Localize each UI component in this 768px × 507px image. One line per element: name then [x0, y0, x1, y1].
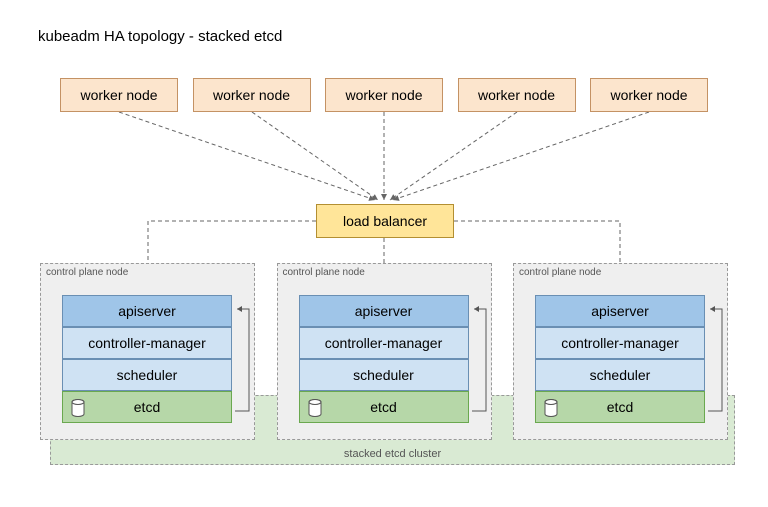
- worker-row: worker node worker node worker node work…: [60, 78, 708, 112]
- cp-node-label: control plane node: [283, 267, 365, 278]
- apiserver-box: apiserver: [535, 295, 705, 327]
- etcd-label: etcd: [607, 399, 633, 415]
- etcd-box: etcd: [535, 391, 705, 423]
- controller-manager-box: controller-manager: [299, 327, 469, 359]
- worker-node: worker node: [458, 78, 576, 112]
- cp-stack: apiserver controller-manager scheduler e…: [62, 295, 232, 423]
- worker-node: worker node: [60, 78, 178, 112]
- cp-stack: apiserver controller-manager scheduler e…: [535, 295, 705, 423]
- controller-manager-box: controller-manager: [62, 327, 232, 359]
- cp-node-label: control plane node: [519, 267, 601, 278]
- cp-stack: apiserver controller-manager scheduler e…: [299, 295, 469, 423]
- scheduler-box: scheduler: [299, 359, 469, 391]
- etcd-cluster-label: stacked etcd cluster: [51, 448, 734, 460]
- etcd-box: etcd: [62, 391, 232, 423]
- worker-node: worker node: [193, 78, 311, 112]
- apiserver-box: apiserver: [62, 295, 232, 327]
- database-icon: [308, 399, 322, 417]
- scheduler-box: scheduler: [62, 359, 232, 391]
- feedback-arrow: [708, 301, 728, 417]
- scheduler-box: scheduler: [535, 359, 705, 391]
- feedback-arrow: [472, 301, 492, 417]
- etcd-label: etcd: [134, 399, 160, 415]
- worker-node: worker node: [325, 78, 443, 112]
- diagram-title: kubeadm HA topology - stacked etcd: [38, 28, 282, 45]
- load-balancer: load balancer: [316, 204, 454, 238]
- cp-node-label: control plane node: [46, 267, 128, 278]
- etcd-box: etcd: [299, 391, 469, 423]
- database-icon: [71, 399, 85, 417]
- etcd-label: etcd: [370, 399, 396, 415]
- database-icon: [544, 399, 558, 417]
- controller-manager-box: controller-manager: [535, 327, 705, 359]
- feedback-arrow: [235, 301, 255, 417]
- worker-node: worker node: [590, 78, 708, 112]
- apiserver-box: apiserver: [299, 295, 469, 327]
